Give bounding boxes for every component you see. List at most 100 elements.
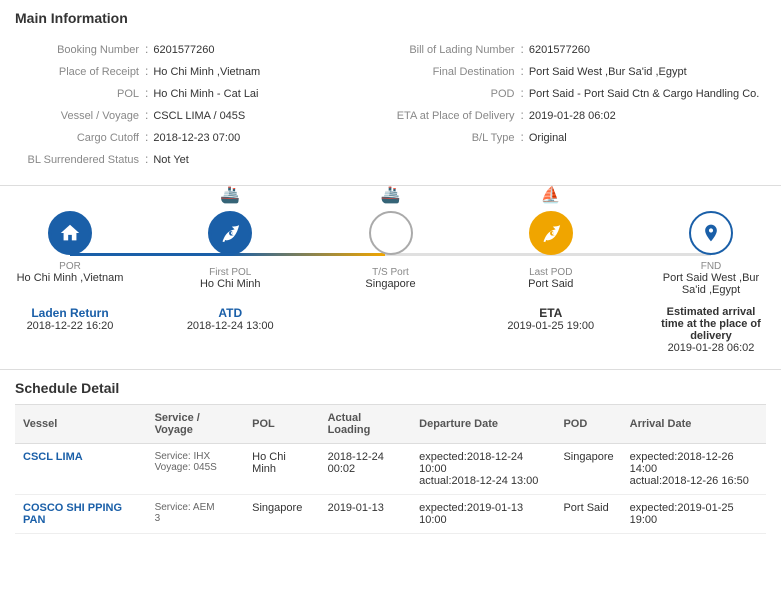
vessel-label: Vessel / Voyage <box>15 110 145 122</box>
table-row: COSCO SHI PPING PAN Service: AEM 3 Singa… <box>15 495 766 534</box>
tracking-visual: POR Ho Chi Minh ,Vietnam 🚢 First POL Ho … <box>15 201 766 301</box>
row2-service: Service: AEM 3 <box>147 495 245 534</box>
eta-value: 2019-01-28 06:02 <box>529 110 616 122</box>
final-destination-row: Final Destination : Port Said West ,Bur … <box>391 60 767 82</box>
schedule-section: Schedule Detail Vessel Service / Voyage … <box>0 370 781 549</box>
left-column: Booking Number : 6201577260 Place of Rec… <box>15 38 391 170</box>
col-pod: POD <box>555 405 621 444</box>
first-pol-type-label: First POL <box>209 267 251 278</box>
row1-departure-date: expected:2018-12-24 10:00 actual:2018-12… <box>411 444 555 495</box>
vessel-link-cscl-lima[interactable]: CSCL LIMA <box>23 451 83 463</box>
final-destination-value: Port Said West ,Bur Sa'id ,Egypt <box>529 66 687 78</box>
cargo-cutoff-value: 2018-12-23 07:00 <box>153 132 240 144</box>
schedule-table-header: Vessel Service / Voyage POL Actual Loadi… <box>15 405 766 444</box>
ts-port-type-label: T/S Port <box>372 267 409 278</box>
eta-block: ETA 2019-01-25 19:00 <box>496 306 606 354</box>
location-pin-icon <box>701 223 721 243</box>
row1-pol: Ho Chi Minh <box>244 444 319 495</box>
col-departure-date: Departure Date <box>411 405 555 444</box>
pod-label: POD <box>391 88 521 100</box>
bill-of-lading-value: 6201577260 <box>529 44 590 56</box>
bl-type-label: B/L Type <box>391 132 521 144</box>
row1-actual-loading: 2018-12-2400:02 <box>320 444 412 495</box>
tracking-nodes: POR Ho Chi Minh ,Vietnam 🚢 First POL Ho … <box>15 201 766 301</box>
boat-icon: ⛵ <box>541 185 561 205</box>
col-actual-loading: Actual Loading <box>320 405 412 444</box>
place-of-receipt-label: Place of Receipt <box>15 66 145 78</box>
schedule-table: Vessel Service / Voyage POL Actual Loadi… <box>15 404 766 534</box>
place-of-receipt-value: Ho Chi Minh ,Vietnam <box>153 66 260 78</box>
row2-arr-expected: expected:2019-01-25 19:00 <box>630 502 758 526</box>
booking-number-label: Booking Number <box>15 44 145 56</box>
bill-of-lading-label: Bill of Lading Number <box>391 44 521 56</box>
row2-pol: Singapore <box>244 495 319 534</box>
col-service-voyage: Service / Voyage <box>147 405 245 444</box>
laden-return-value: 2018-12-22 16:20 <box>15 320 125 332</box>
est-arrival-label: Estimated arrival time at the place of d… <box>656 306 766 342</box>
last-pod-name-label: Port Said <box>528 278 573 290</box>
main-information-section: Main Information Booking Number : 620157… <box>0 0 781 186</box>
bl-surrendered-label: BL Surrendered Status <box>15 154 145 166</box>
por-icon-wrapper <box>48 211 92 255</box>
cargo-cutoff-row: Cargo Cutoff : 2018-12-23 07:00 <box>15 126 391 148</box>
row1-arr-actual: actual:2018-12-26 16:50 <box>630 475 758 487</box>
row2-actual-loading: 2019-01-13 <box>320 495 412 534</box>
pol-label: POL <box>15 88 145 100</box>
track-node-last-pod: ⛵ Last POD Port Said <box>496 211 606 290</box>
row2-pod: Port Said <box>555 495 621 534</box>
col-pol: POL <box>244 405 319 444</box>
row1-service: Service: IHX Voyage: 045S <box>147 444 245 495</box>
est-arrival-value: 2019-01-28 06:02 <box>656 342 766 354</box>
anchor2-icon <box>540 222 562 244</box>
first-pol-icon-area: 🚢 <box>208 211 252 261</box>
atd-block: ATD 2018-12-24 13:00 <box>175 306 285 354</box>
fnd-icon-wrapper <box>689 211 733 255</box>
track-node-fnd: FND Port Said West ,Bur Sa'id ,Egypt <box>656 211 766 296</box>
row1-vessel: CSCL LIMA <box>15 444 147 495</box>
row2-voyage-text: 3 <box>155 513 237 524</box>
info-grid: Booking Number : 6201577260 Place of Rec… <box>15 38 766 170</box>
final-destination-label: Final Destination <box>391 66 521 78</box>
row1-service-text: Service: IHX <box>155 451 237 462</box>
row2-departure-date: expected:2019-01-13 10:00 <box>411 495 555 534</box>
bl-surrendered-value: Not Yet <box>153 154 188 166</box>
bl-type-value: Original <box>529 132 567 144</box>
anchor-icon <box>219 222 241 244</box>
col-vessel: Vessel <box>15 405 147 444</box>
atd-label: ATD <box>175 306 285 320</box>
tracking-times: Laden Return 2018-12-22 16:20 ATD 2018-1… <box>15 301 766 359</box>
fnd-name-label: Port Said West ,Bur Sa'id ,Egypt <box>656 272 766 296</box>
booking-number-row: Booking Number : 6201577260 <box>15 38 391 60</box>
schedule-title: Schedule Detail <box>15 380 766 396</box>
track-node-por: POR Ho Chi Minh ,Vietnam <box>15 211 125 284</box>
por-type-label: POR <box>59 261 81 272</box>
right-column: Bill of Lading Number : 6201577260 Final… <box>391 38 767 170</box>
eta-label: ETA at Place of Delivery <box>391 110 521 122</box>
vessel-link-cosco[interactable]: COSCO SHI PPING PAN <box>23 502 122 526</box>
laden-return-block: Laden Return 2018-12-22 16:20 <box>15 306 125 354</box>
ts-port-name-label: Singapore <box>365 278 415 290</box>
eta-row: ETA at Place of Delivery : 2019-01-28 06… <box>391 104 767 126</box>
first-pol-name-label: Ho Chi Minh <box>200 278 261 290</box>
pod-row: POD : Port Said - Port Said Ctn & Cargo … <box>391 82 767 104</box>
eta-label: ETA <box>496 306 606 320</box>
main-info-title: Main Information <box>15 10 766 26</box>
last-pod-type-label: Last POD <box>529 267 572 278</box>
por-name-label: Ho Chi Minh ,Vietnam <box>17 272 124 284</box>
ts-port-icon-area: 🚢 <box>369 211 413 261</box>
fnd-type-label: FND <box>701 261 722 272</box>
vessel-value: CSCL LIMA / 045S <box>153 110 245 122</box>
row2-vessel: COSCO SHI PPING PAN <box>15 495 147 534</box>
row1-dep-actual: actual:2018-12-24 13:00 <box>419 475 547 487</box>
est-arrival-block: Estimated arrival time at the place of d… <box>656 306 766 354</box>
atd-value: 2018-12-24 13:00 <box>175 320 285 332</box>
row1-pod: Singapore <box>555 444 621 495</box>
row2-dep-expected: expected:2019-01-13 10:00 <box>419 502 547 526</box>
last-pod-icon-area: ⛵ <box>529 211 573 261</box>
eta-value: 2019-01-25 19:00 <box>496 320 606 332</box>
pol-row: POL : Ho Chi Minh - Cat Lai <box>15 82 391 104</box>
last-pod-icon-wrapper <box>529 211 573 255</box>
row2-service-text: Service: AEM <box>155 502 237 513</box>
row1-dep-expected: expected:2018-12-24 10:00 <box>419 451 547 475</box>
pod-value: Port Said - Port Said Ctn & Cargo Handli… <box>529 88 760 100</box>
